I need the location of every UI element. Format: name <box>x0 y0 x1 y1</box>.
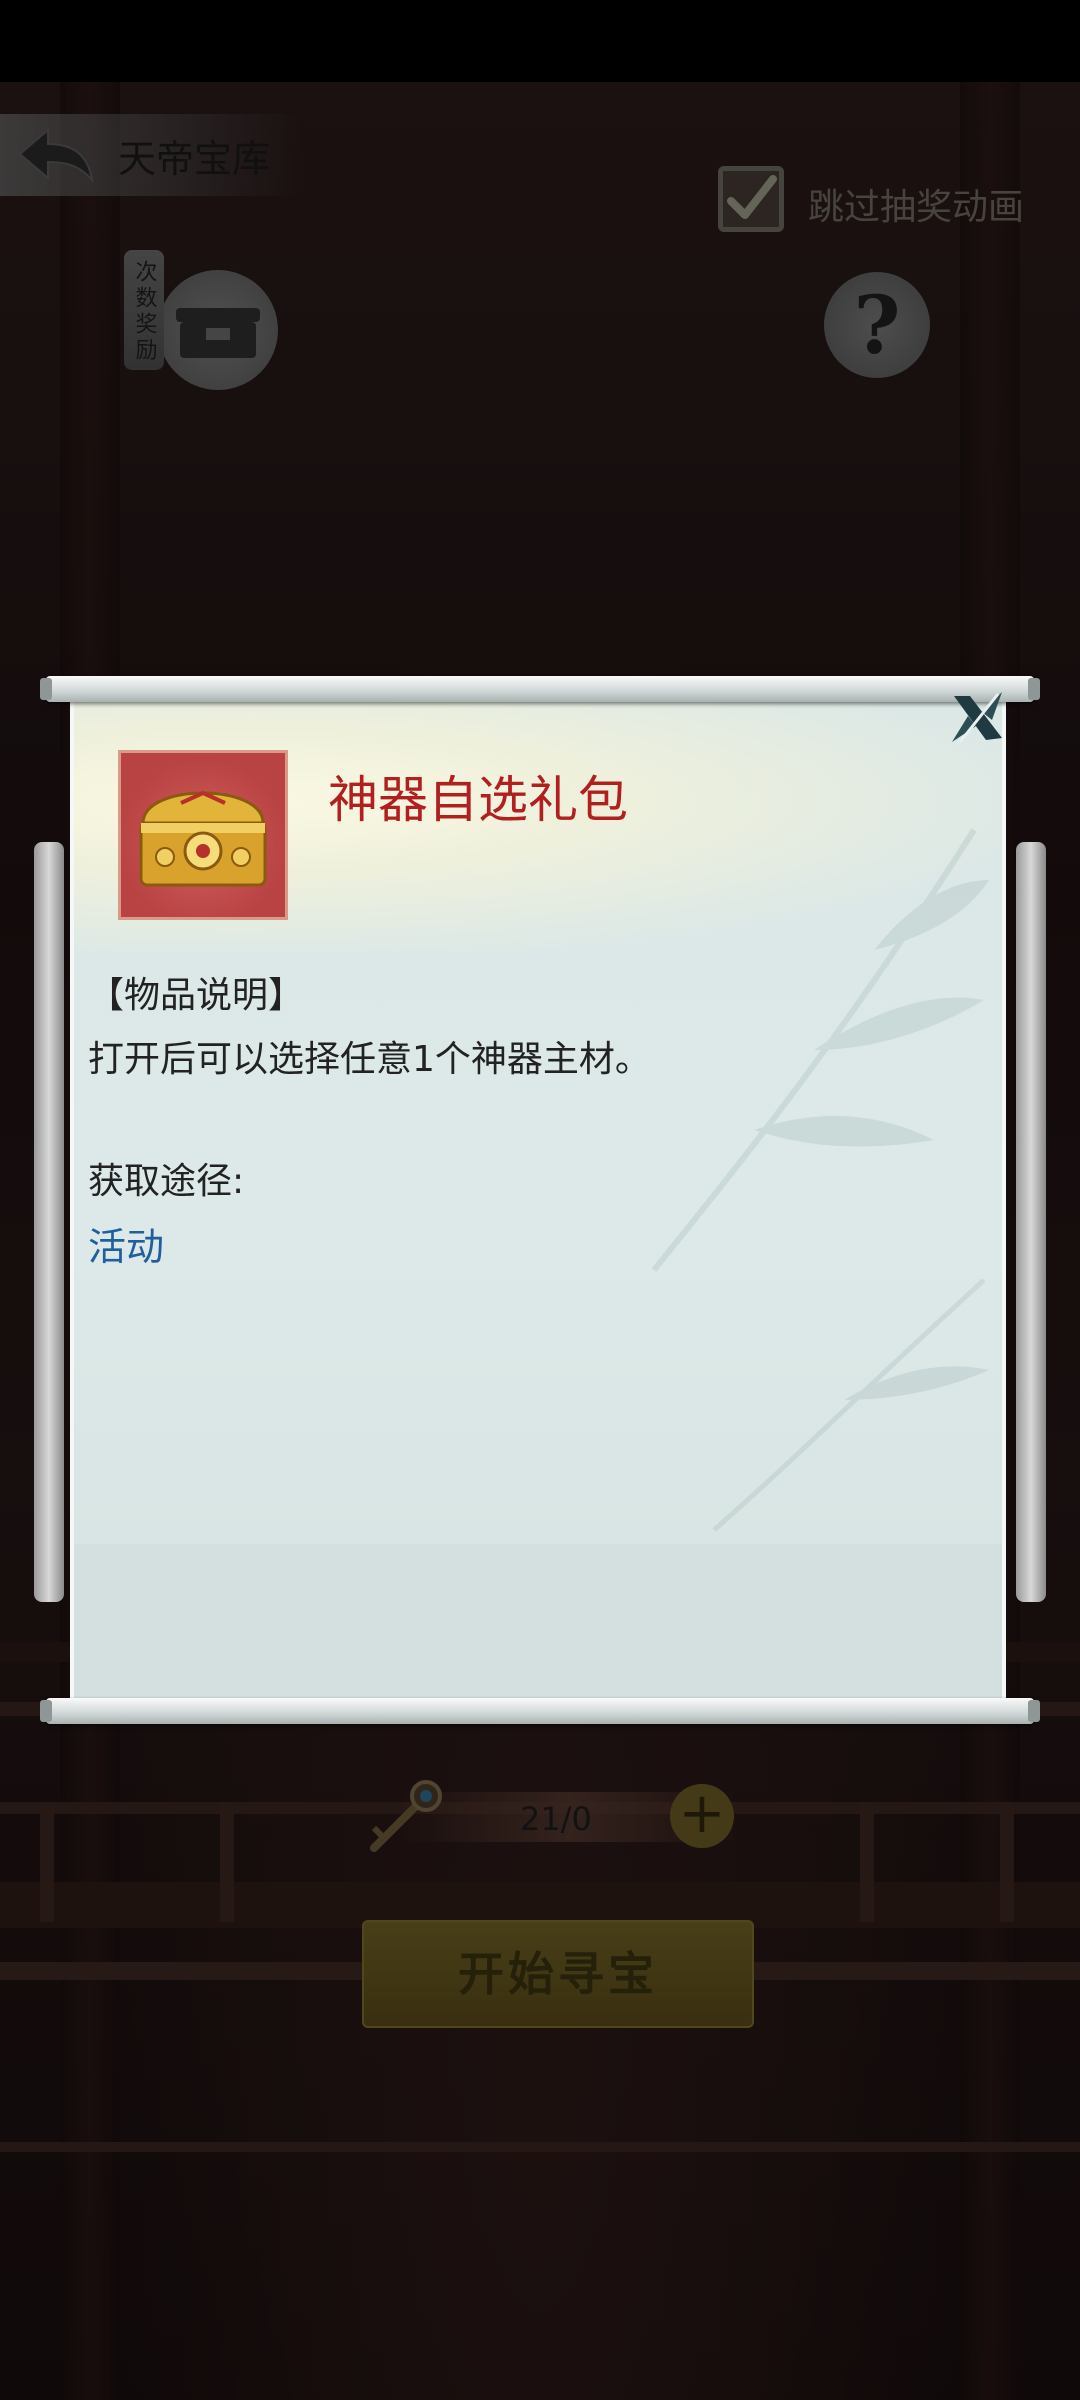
golden-chest-icon <box>139 790 267 887</box>
scroll-roller-top <box>46 676 1034 702</box>
roller-cap <box>1028 678 1040 700</box>
screen: 天帝宝库 跳过抽奖动画 次数奖励 ? 21/0 + 开始寻宝 神器自选礼包 【物… <box>0 0 1080 2400</box>
scroll-roller-bottom <box>46 1698 1034 1724</box>
roller-cap <box>40 1700 52 1722</box>
roller-cap <box>1028 1700 1040 1722</box>
status-bar <box>0 0 1080 82</box>
bamboo-decoration <box>712 1278 989 1532</box>
item-icon-frame <box>118 750 288 920</box>
obtain-method-title: 获取途径: <box>88 1161 245 1202</box>
item-description: 打开后可以选择任意1个神器主材。 <box>88 1039 651 1080</box>
bamboo-decoration <box>651 828 989 1272</box>
dialog-footer <box>74 1544 1002 1700</box>
roller-cap <box>40 678 52 700</box>
item-description-title: 【物品说明】 <box>88 975 305 1016</box>
scroll-side-right <box>1016 842 1046 1602</box>
obtain-source-link[interactable]: 活动 <box>88 1216 164 1271</box>
item-name: 神器自选礼包 <box>328 771 628 829</box>
close-icon[interactable] <box>946 686 1010 750</box>
scroll-side-left <box>34 842 64 1602</box>
